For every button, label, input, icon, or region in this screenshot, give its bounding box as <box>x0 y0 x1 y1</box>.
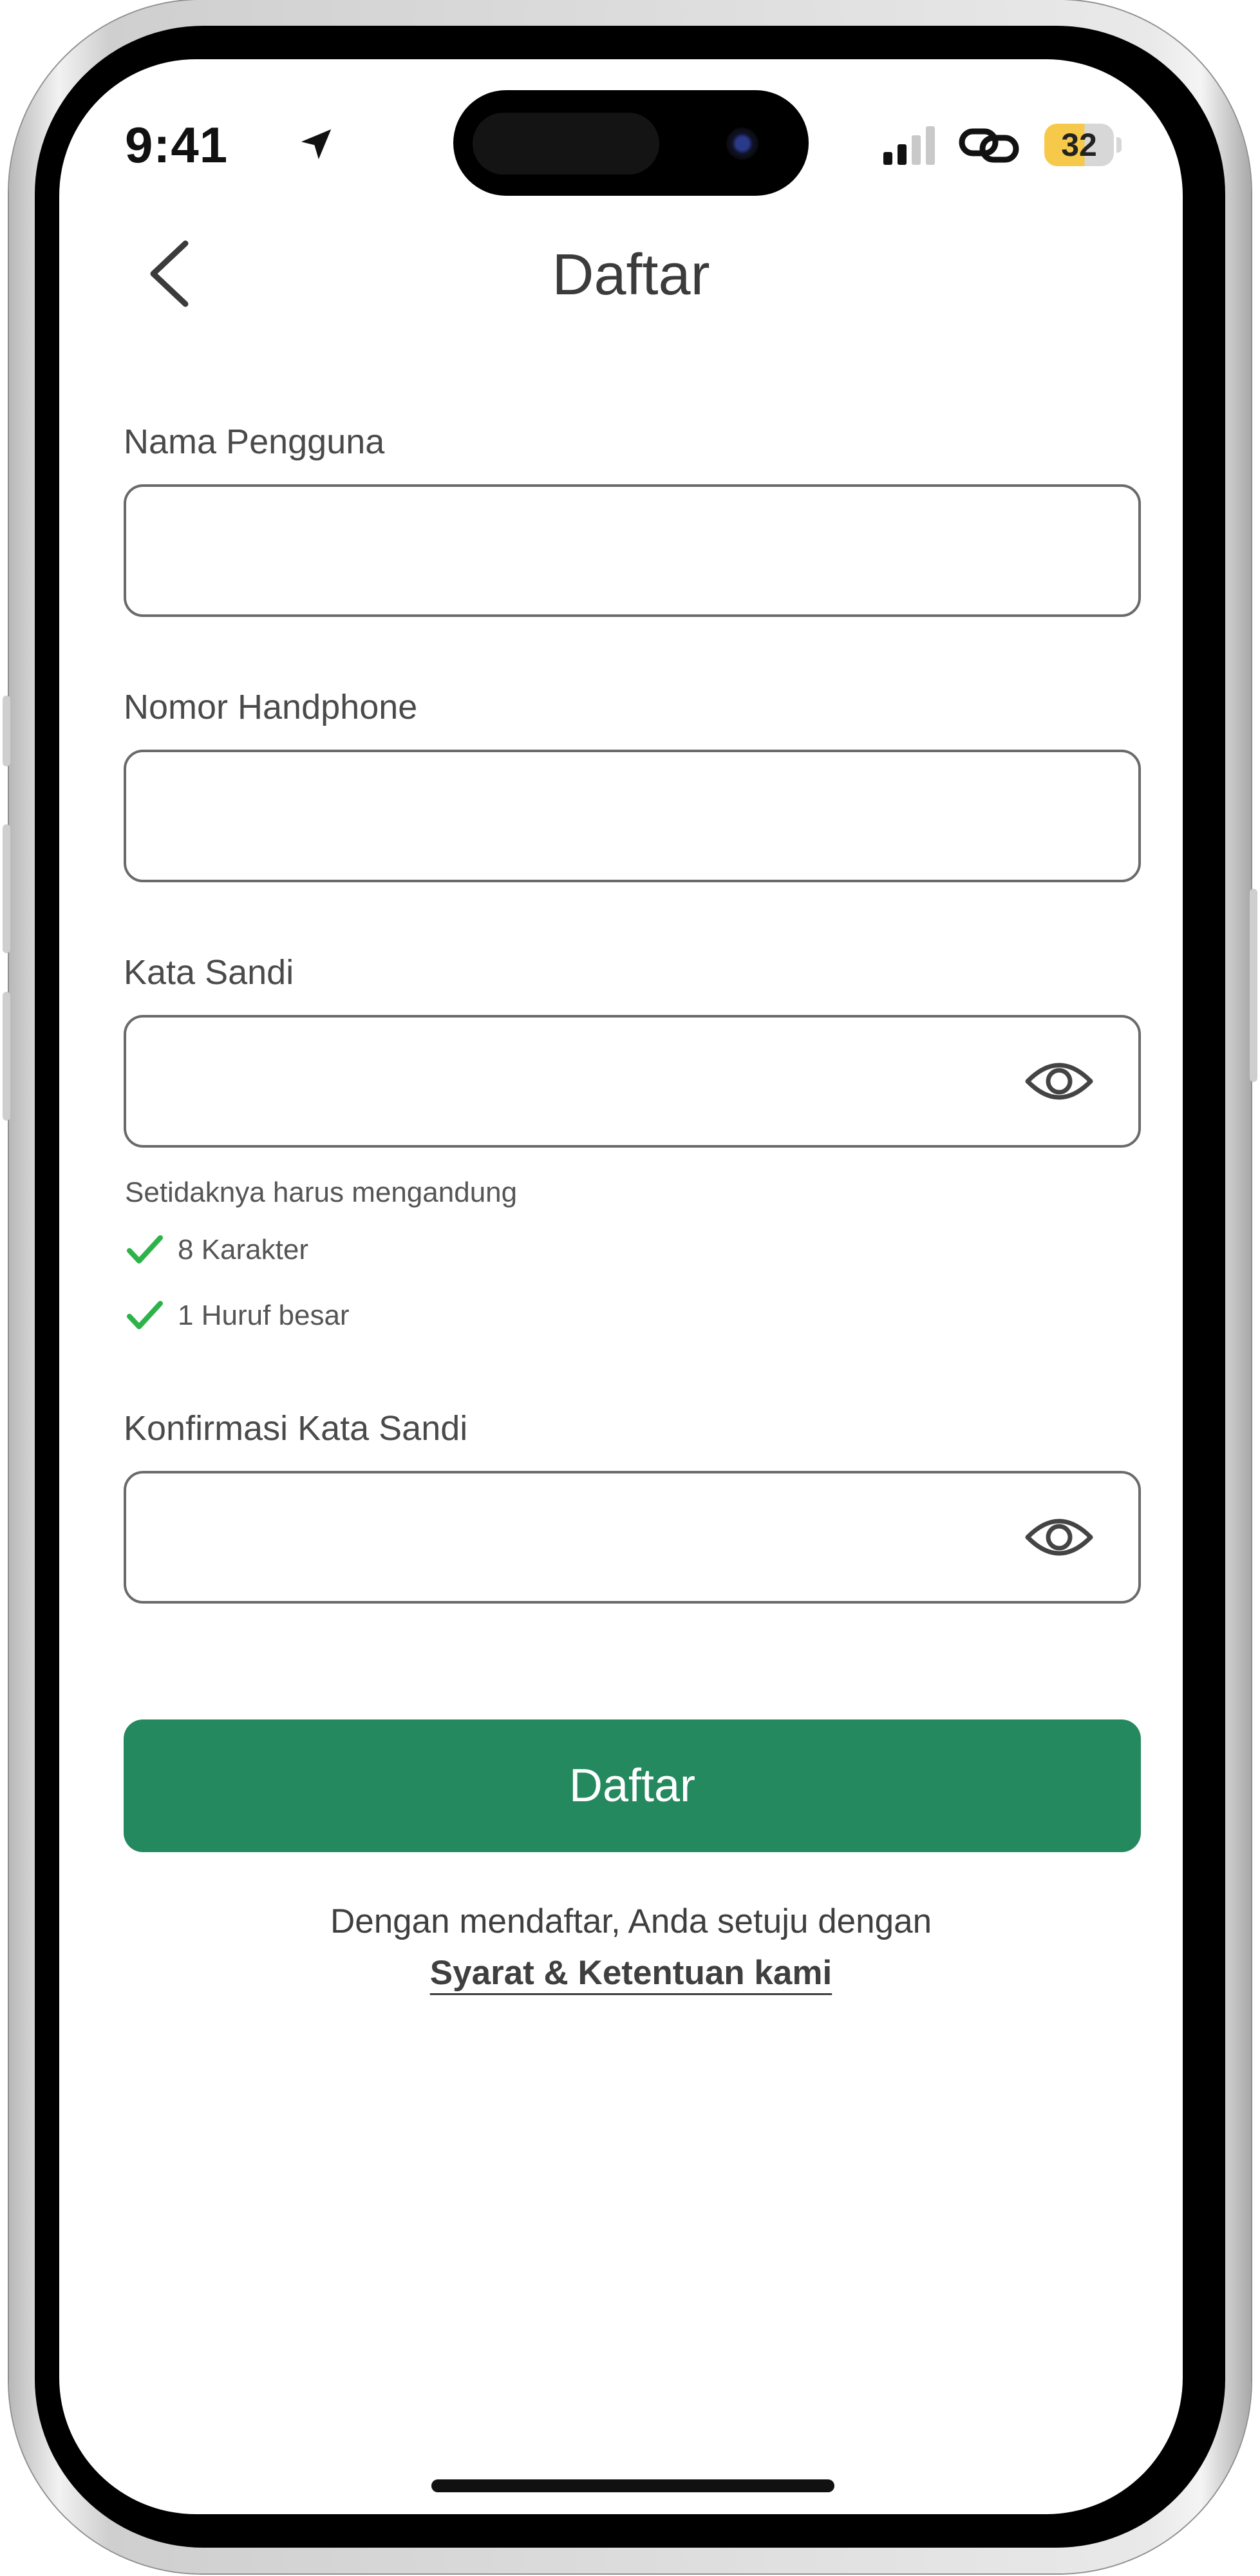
confirm-password-input[interactable] <box>124 1471 1141 1604</box>
battery-icon: 32 <box>1044 124 1114 166</box>
confirm-password-label: Konfirmasi Kata Sandi <box>124 1409 468 1448</box>
register-button-label: Daftar <box>569 1760 696 1812</box>
password-rule-uppercase: 1 Huruf besar <box>126 1294 512 1337</box>
eye-icon[interactable] <box>1024 1511 1095 1563</box>
power-button <box>1250 889 1257 1082</box>
password-hint: Setidaknya harus mengandung <box>125 1177 518 1208</box>
phone-label: Nomor Handphone <box>124 688 418 726</box>
home-indicator[interactable] <box>431 2479 834 2492</box>
link-icon <box>959 128 1019 163</box>
password-input[interactable] <box>124 1015 1141 1148</box>
action-button <box>3 696 10 766</box>
battery-cap <box>1116 137 1122 153</box>
rule-label: 1 Huruf besar <box>178 1300 350 1331</box>
rule-label: 8 Karakter <box>178 1234 308 1265</box>
page-title: Daftar <box>552 243 710 307</box>
username-input[interactable] <box>124 484 1141 617</box>
username-label: Nama Pengguna <box>124 422 385 461</box>
chevron-left-icon[interactable] <box>135 232 206 316</box>
front-camera-icon <box>726 128 758 160</box>
terms-text: Dengan mendaftar, Anda setuju dengan <box>330 1902 932 1940</box>
cellular-signal-icon <box>883 126 935 165</box>
register-button[interactable]: Daftar <box>124 1719 1141 1852</box>
check-icon <box>127 1235 163 1264</box>
terms-link[interactable]: Syarat & Ketentuan kami <box>386 1947 876 1999</box>
phone-input[interactable] <box>124 750 1141 882</box>
volume-up-button <box>3 824 10 953</box>
eye-icon[interactable] <box>1024 1056 1095 1107</box>
password-label: Kata Sandi <box>124 953 294 992</box>
status-time: 9:41 <box>125 117 229 173</box>
location-arrow-icon <box>301 129 332 160</box>
volume-down-button <box>3 992 10 1121</box>
dynamic-island-sensor <box>473 113 659 175</box>
check-icon <box>127 1301 163 1329</box>
password-rule-length: 8 Karakter <box>126 1229 512 1271</box>
